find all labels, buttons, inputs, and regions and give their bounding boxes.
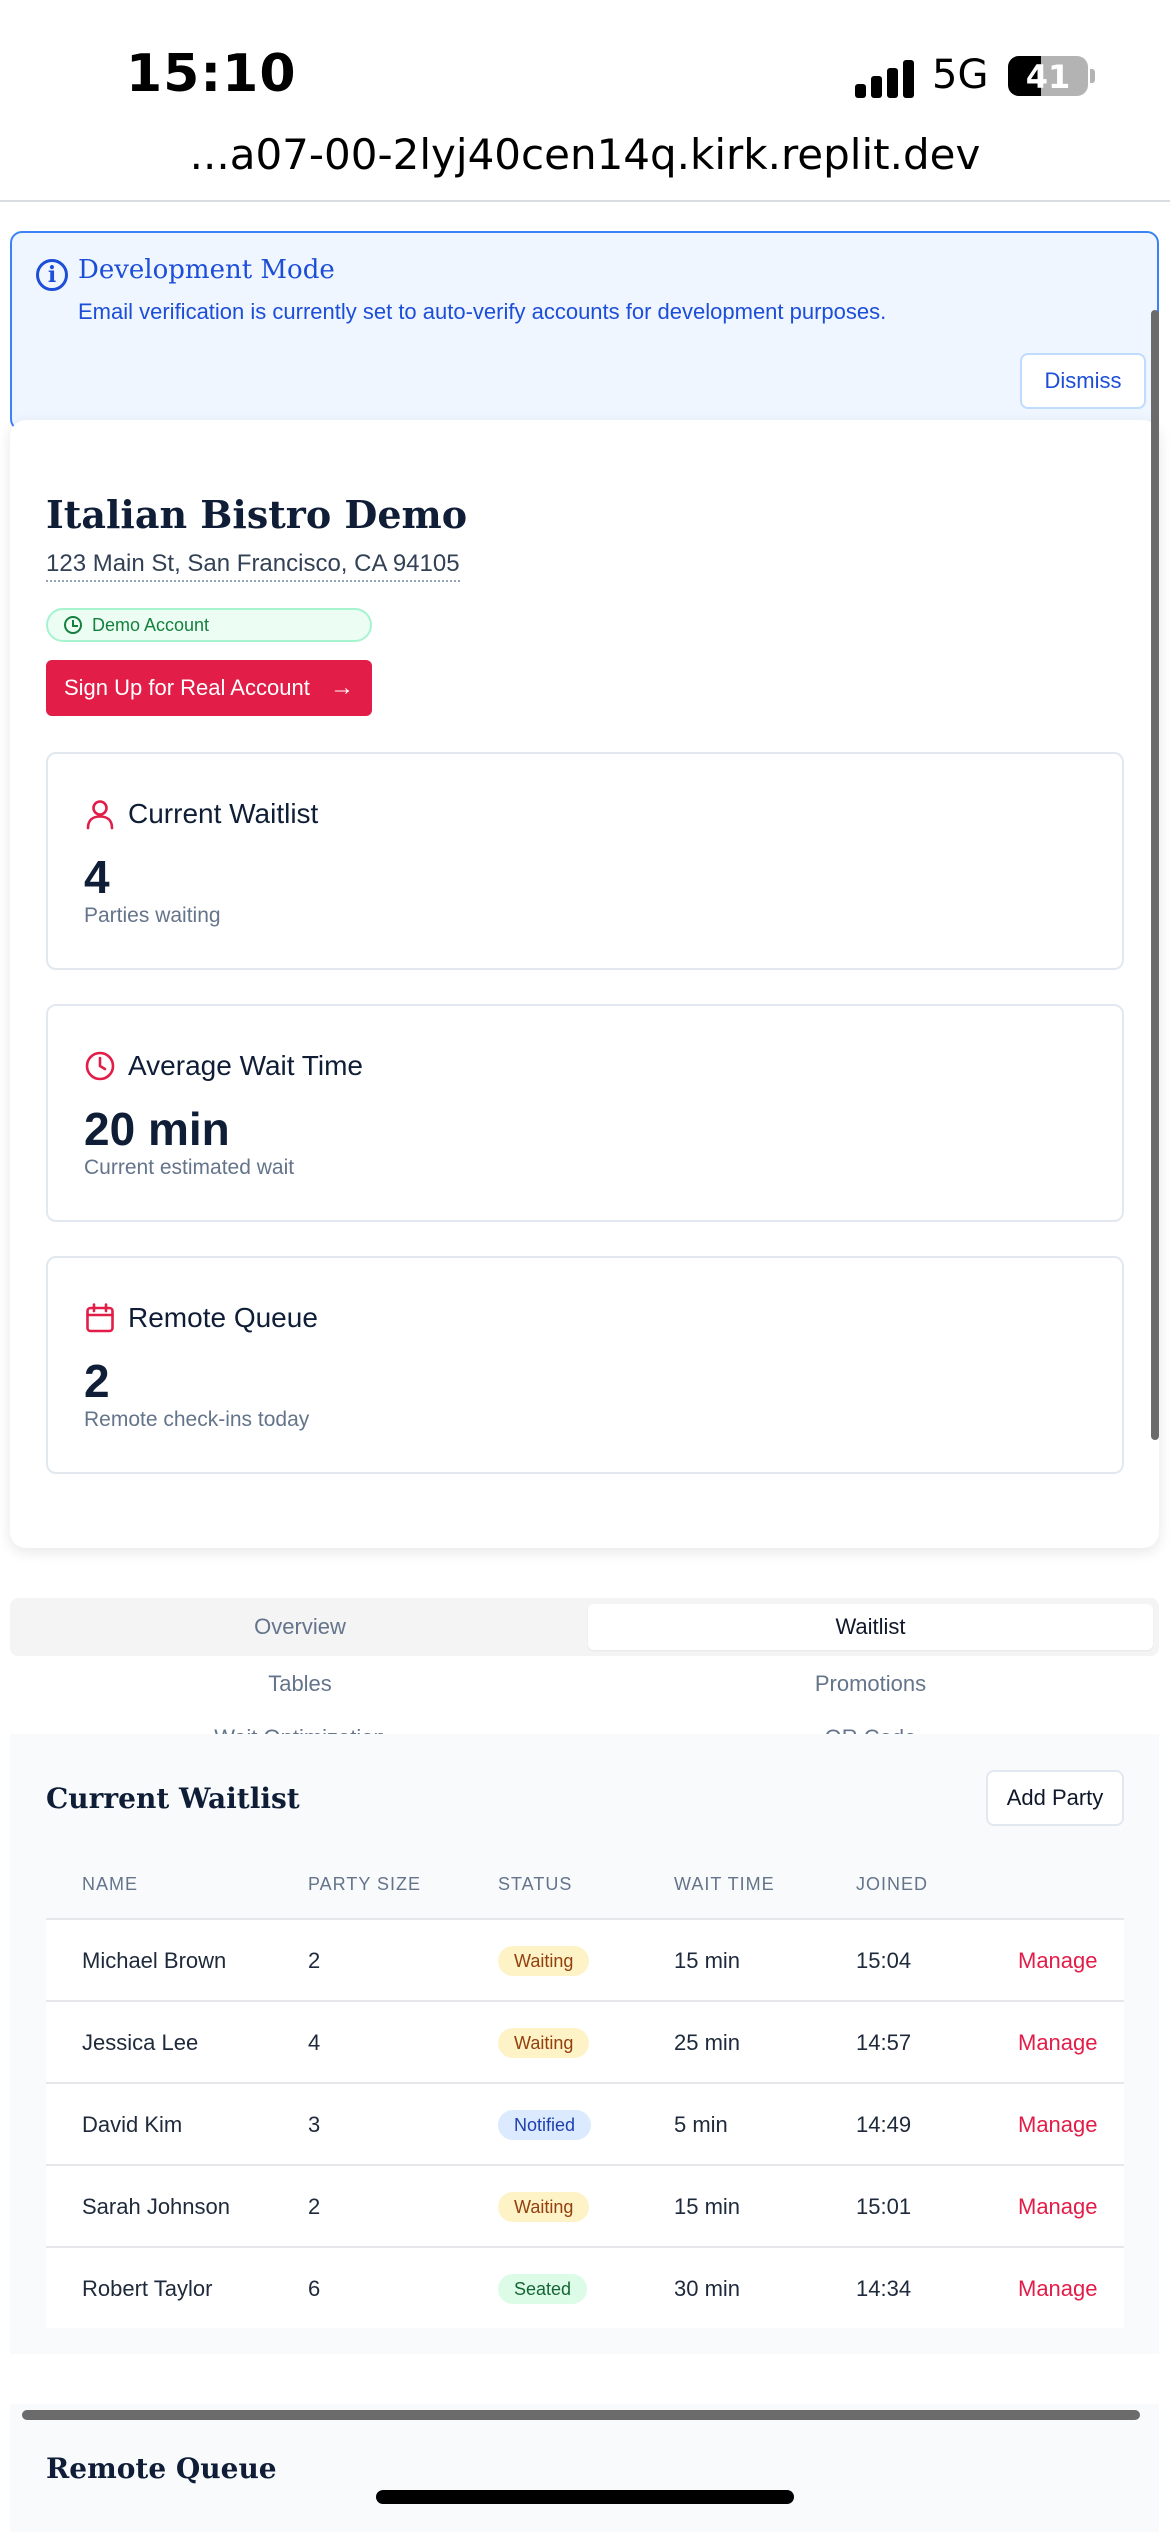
tab-row: Tables Promotions [0, 1664, 1170, 1704]
address-bar[interactable]: ...a07-00-2lyj40cen14q.kirk.replit.dev [0, 130, 1170, 202]
stat-card-current-waitlist: Current Waitlist 4 Parties waiting [46, 752, 1124, 970]
restaurant-name: Italian Bistro Demo [46, 492, 468, 537]
remote-queue-title: Remote Queue [46, 2452, 277, 2485]
stat-card-average-wait: Average Wait Time 20 min Current estimat… [46, 1004, 1124, 1222]
battery-icon: 41 [1008, 56, 1088, 96]
wait-time: 5 min [674, 2112, 728, 2137]
table-row: David Kim 3 Notified 5 min 14:49 Manage [46, 2082, 1124, 2164]
banner-description: Email verification is currently set to a… [78, 299, 887, 324]
banner-title: Development Mode [78, 255, 335, 285]
wait-time: 30 min [674, 2276, 741, 2301]
manage-link[interactable]: Manage [1018, 1948, 1098, 1974]
stat-value: 20 min [84, 1103, 230, 1155]
status-badge: Seated [498, 2274, 588, 2304]
manage-link[interactable]: Manage [1018, 2194, 1098, 2220]
tab-promotions[interactable]: Promotions [588, 1664, 1153, 1704]
arrow-right-icon: → [330, 674, 354, 701]
joined-time: 15:04 [856, 1948, 912, 1973]
table-row: Robert Taylor 6 Seated 30 min 14:34 Manage [46, 2246, 1124, 2328]
clock-icon [64, 616, 82, 634]
party-name: Robert Taylor [82, 2276, 213, 2301]
status-bar: 15:10 5G 41 [0, 0, 1170, 140]
party-name: David Kim [82, 2112, 183, 2137]
home-indicator[interactable] [376, 2490, 794, 2504]
stat-sub: Parties waiting [84, 904, 221, 927]
tab-waitlist[interactable]: Waitlist [588, 1604, 1153, 1650]
remote-queue-panel: Remote Queue [10, 2404, 1159, 2532]
user-icon [86, 800, 114, 830]
joined-time: 14:57 [856, 2030, 912, 2055]
restaurant-card: Italian Bistro Demo 123 Main St, San Fra… [10, 420, 1159, 1548]
table-header: NAME PARTY SIZE STATUS WAIT TIME JOINED [46, 1848, 1124, 1918]
party-size: 2 [308, 2194, 321, 2219]
status-badge: Waiting [498, 2028, 590, 2058]
divider [0, 200, 1170, 202]
table-row: Sarah Johnson 2 Waiting 15 min 15:01 Manage [46, 2164, 1124, 2246]
vertical-scrollbar[interactable] [1151, 310, 1159, 1440]
add-party-button[interactable]: Add Party [986, 1770, 1124, 1826]
clock-time: 15:10 [126, 44, 297, 104]
stat-label: Average Wait Time [128, 1050, 363, 1081]
waitlist-table: NAME PARTY SIZE STATUS WAIT TIME JOINED … [46, 1848, 1124, 2328]
joined-time: 14:49 [856, 2112, 912, 2137]
clock-icon [85, 1051, 115, 1081]
column-header: PARTY SIZE [308, 1874, 422, 1894]
horizontal-scrollbar[interactable] [22, 2410, 1140, 2420]
column-header: WAIT TIME [674, 1874, 775, 1894]
signup-button[interactable]: Sign Up for Real Account → [46, 660, 372, 716]
battery-percent: 41 [1025, 58, 1071, 96]
stat-value: 2 [84, 1355, 110, 1407]
waitlist-title: Current Waitlist [46, 1782, 300, 1815]
tab-bar: Overview Waitlist [10, 1598, 1159, 1656]
stat-value: 4 [84, 851, 110, 903]
column-header: STATUS [498, 1874, 573, 1894]
party-size: 4 [308, 2030, 321, 2055]
stat-card-remote-queue: Remote Queue 2 Remote check-ins today [46, 1256, 1124, 1474]
column-header: JOINED [856, 1874, 929, 1894]
party-name: Jessica Lee [82, 2030, 199, 2055]
stat-label: Current Waitlist [128, 798, 319, 829]
manage-link[interactable]: Manage [1018, 2276, 1098, 2302]
waitlist-panel: Current Waitlist Add Party NAME PARTY SI… [10, 1734, 1159, 2354]
party-name: Michael Brown [82, 1948, 227, 1973]
tab-overview[interactable]: Overview [16, 1604, 584, 1650]
wait-time: 25 min [674, 2030, 741, 2055]
stat-sub: Remote check-ins today [84, 1408, 310, 1431]
status-badge: Waiting [498, 1946, 590, 1976]
info-icon: i [36, 259, 68, 291]
restaurant-address[interactable]: 123 Main St, San Francisco, CA 94105 [46, 550, 460, 582]
party-size: 6 [308, 2276, 321, 2301]
battery-tip [1090, 69, 1095, 83]
manage-link[interactable]: Manage [1018, 2030, 1098, 2056]
table-row: Jessica Lee 4 Waiting 25 min 14:57 Manage [46, 2000, 1124, 2082]
demo-account-badge: Demo Account [46, 608, 372, 642]
calendar-icon [86, 1303, 114, 1333]
stat-label: Remote Queue [128, 1302, 318, 1333]
status-badge: Notified [498, 2110, 592, 2140]
dev-mode-banner: i Development Mode Email verification is… [10, 231, 1159, 431]
wait-time: 15 min [674, 2194, 741, 2219]
stat-sub: Current estimated wait [84, 1156, 295, 1179]
tab-tables[interactable]: Tables [16, 1664, 584, 1704]
joined-time: 15:01 [856, 2194, 912, 2219]
manage-link[interactable]: Manage [1018, 2112, 1098, 2138]
network-type: 5G [932, 52, 989, 98]
party-size: 2 [308, 1948, 321, 1973]
wait-time: 15 min [674, 1948, 741, 1973]
joined-time: 14:34 [856, 2276, 912, 2301]
signup-label: Sign Up for Real Account [64, 675, 310, 700]
party-name: Sarah Johnson [82, 2194, 230, 2219]
status-badge: Waiting [498, 2192, 590, 2222]
dismiss-button[interactable]: Dismiss [1020, 353, 1146, 409]
badge-label: Demo Account [92, 615, 210, 635]
party-size: 3 [308, 2112, 321, 2137]
column-header: NAME [82, 1874, 139, 1894]
cellular-signal-icon [855, 58, 915, 98]
table-row: Michael Brown 2 Waiting 15 min 15:04 Manage [46, 1918, 1124, 2000]
